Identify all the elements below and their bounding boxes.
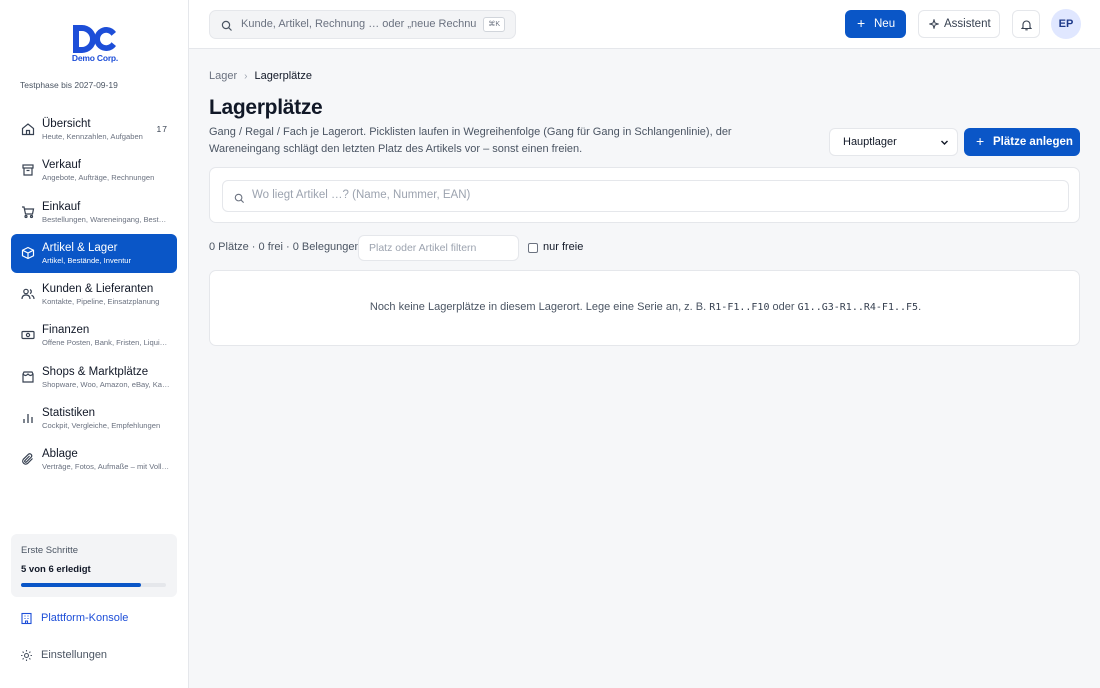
sidebar-item-title: Einkauf [42,200,81,213]
page-title: Lagerplätze [209,96,323,119]
global-search-input[interactable]: Kunde, Artikel, Rechnung … oder „neue Re… [209,10,516,39]
plus-icon: + [976,133,985,149]
users-icon [21,287,35,301]
gear-icon [20,649,33,662]
empty-state-suffix: . [918,301,922,313]
sidebar-item-subtitle: Kontakte, Pipeline, Einsatzplanung [42,297,160,307]
sidebar-item-title: Ablage [42,448,78,461]
cart-icon [21,205,35,219]
bar-chart-icon [21,411,35,425]
sidebar-item-subtitle: Artikel, Bestände, Inventur [42,255,132,265]
shortcut-hint: ⌘K [483,17,505,32]
assistant-button[interactable]: Assistent [918,10,1000,38]
warehouse-select[interactable]: Hauptlager [829,128,958,156]
sidebar-item-subtitle: Angebote, Aufträge, Rechnungen [42,173,155,183]
sidebar-item-shops[interactable]: Shops & Marktplätze Shopware, Woo, Amazo… [11,358,177,397]
empty-state-message: Noch keine Lagerplätze in diesem Lageror… [210,301,1081,313]
global-search-placeholder: Kunde, Artikel, Rechnung … oder „neue Re… [241,18,477,30]
example-series-1: R1-F1..F10 [709,302,770,313]
create-locations-button[interactable]: + Plätze anlegen [964,128,1080,156]
only-free-checkbox[interactable] [528,243,538,253]
bell-icon [1020,18,1033,36]
breadcrumb-current: Lagerplätze [254,70,312,82]
page-description: Gang / Regal / Fach je Lagerort. Picklis… [209,126,732,155]
trial-info: Testphase bis 2027-09-19 [20,80,118,90]
sidebar-item-statistiken[interactable]: Statistiken Cockpit, Vergleiche, Empfehl… [11,399,177,438]
sidebar-item-title: Finanzen [42,324,90,337]
user-avatar[interactable]: EP [1051,9,1081,39]
new-button-label: Neu [874,18,896,30]
sidebar-item-artikel-lager[interactable]: Artikel & Lager Artikel, Bestände, Inven… [11,233,177,273]
sidebar-item-subtitle: Offene Posten, Bank, Fristen, Liquidität [42,338,170,348]
archive-icon [21,163,35,177]
sidebar-item-title: Statistiken [42,407,96,420]
sidebar-item-ablage[interactable]: Ablage Verträge, Fotos, Aufmaße – mit Vo… [11,440,177,479]
paperclip-icon [21,452,35,466]
sidebar-item-finanzen[interactable]: Finanzen Offene Posten, Bank, Fristen, L… [11,316,177,355]
onboarding-progress-bar [21,583,166,587]
breadcrumb: Lager › Lagerplätze [209,70,312,82]
sidebar-item-kunden-lieferanten[interactable]: Kunden & Lieferanten Kontakte, Pipeline,… [11,275,177,314]
onboarding-progress-text: 5 von 6 erledigt [21,564,91,575]
sidebar-item-title: Artikel & Lager [42,241,118,254]
warehouse-select-value: Hauptlager [843,136,897,148]
store-icon [21,370,35,384]
banknote-icon [21,328,35,342]
onboarding-title: Erste Schritte [21,545,79,556]
sidebar: Demo Corp. Testphase bis 2027-09-19 Über… [0,0,189,688]
onboarding-progress-fill [21,583,142,587]
brand-name: Demo Corp. [71,53,119,63]
sidebar-item-einkauf[interactable]: Einkauf Bestellungen, Wareneingang, Best… [11,193,177,232]
item-location-search-input[interactable]: Wo liegt Artikel …? (Name, Nummer, EAN) [222,180,1069,212]
sidebar-item-subtitle: Heute, Kennzahlen, Aufgaben [42,132,143,141]
assistant-button-label: Assistent [944,18,991,30]
filter-placeholder: Platz oder Artikel filtern [369,242,477,254]
sidebar-item-verkauf[interactable]: Verkauf Angebote, Aufträge, Rechnungen [11,151,177,190]
sidebar-item-title: Shops & Marktplätze [42,365,149,378]
box-icon [21,246,35,260]
search-icon [221,19,233,37]
sidebar-item-uebersicht[interactable]: Übersicht Heute, Kennzahlen, Aufgaben 17 [11,110,177,149]
search-icon [234,191,245,209]
empty-state-prefix: Noch keine Lagerplätze in diesem Lageror… [369,301,707,313]
sidebar-nav: Übersicht Heute, Kennzahlen, Aufgaben 17… [11,110,177,482]
empty-state-card: Noch keine Lagerplätze in diesem Lageror… [209,270,1080,346]
only-free-label[interactable]: nur freie [543,241,583,253]
location-filter-input[interactable]: Platz oder Artikel filtern [358,235,519,261]
sidebar-item-subtitle: Shopware, Woo, Amazon, eBay, Kaufland [42,379,170,389]
sparkle-icon [928,18,940,32]
home-icon [21,122,35,136]
breadcrumb-link-lager[interactable]: Lager [209,70,237,82]
notifications-button[interactable] [1012,10,1040,38]
new-button[interactable]: + Neu [845,10,906,38]
sidebar-item-title: Kunden & Lieferanten [42,283,154,296]
example-series-2: G1..G3-R1..R4-F1..F5 [797,302,919,313]
logo-mark-icon [73,25,116,53]
building-icon [20,612,33,625]
sidebar-item-subtitle: Cockpit, Vergleiche, Empfehlungen [42,421,161,431]
sidebar-item-title: Verkauf [42,159,81,172]
onboarding-card[interactable]: Erste Schritte 5 von 6 erledigt [11,534,177,597]
item-search-card: Wo liegt Artikel …? (Name, Nummer, EAN) [209,167,1080,223]
location-stats: 0 Plätze · 0 frei · 0 Belegungen [209,241,361,253]
sidebar-item-title: Übersicht [42,118,91,130]
item-search-placeholder: Wo liegt Artikel …? (Name, Nummer, EAN) [252,189,471,201]
platform-console-label: Plattform-Konsole [41,612,129,624]
create-locations-label: Plätze anlegen [993,136,1073,148]
sidebar-item-subtitle: Bestellungen, Wareneingang, Bestand [42,214,170,224]
settings-label: Einstellungen [41,649,108,661]
chevron-right-icon: › [244,71,248,82]
topbar: Kunde, Artikel, Rechnung … oder „neue Re… [189,0,1100,49]
count-badge: 17 [156,124,168,134]
empty-state-middle: oder [772,301,795,313]
chevron-down-icon [940,138,949,150]
plus-icon: + [857,15,866,31]
sidebar-item-subtitle: Verträge, Fotos, Aufmaße – mit Volltexts… [42,462,170,472]
